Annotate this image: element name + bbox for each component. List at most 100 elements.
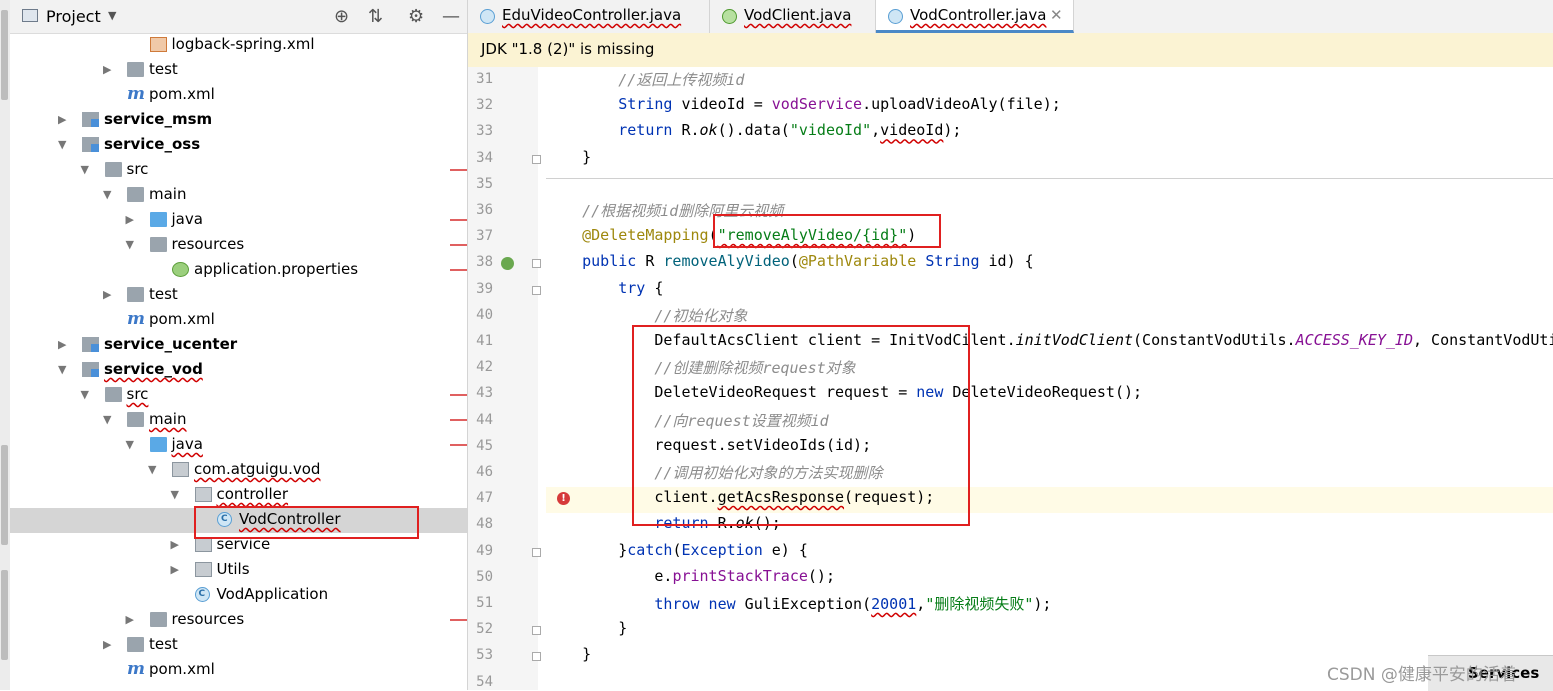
expand-arrow-icon[interactable]: ▼ xyxy=(58,138,66,151)
fold-toggle-icon[interactable] xyxy=(532,652,541,662)
maven-icon: m xyxy=(127,84,145,104)
tree-item-resources[interactable]: ▶ resources xyxy=(10,608,467,633)
tree-item-pom-xml[interactable]: m pom.xml xyxy=(10,83,467,108)
tree-item-com-atguigu-vod[interactable]: ▼ com.atguigu.vod xyxy=(10,458,467,483)
error-stripe-mark[interactable] xyxy=(450,394,467,396)
tree-item-service-vod[interactable]: ▼ service_vod xyxy=(10,358,467,383)
tree-item-utils[interactable]: ▶ Utils xyxy=(10,558,467,583)
code-line[interactable]: throw new GuliException(20001,"删除视频失败"); xyxy=(546,593,1051,614)
tree-item-test[interactable]: ▶ test xyxy=(10,58,467,83)
error-stripe-mark[interactable] xyxy=(450,619,467,621)
code-line[interactable]: }catch(Exception e) { xyxy=(546,541,808,559)
code-line[interactable]: } xyxy=(546,619,627,637)
expand-arrow-icon[interactable]: ▼ xyxy=(126,438,134,451)
tree-item-label: service_ucenter xyxy=(104,335,238,353)
collapse-arrow-icon[interactable]: ▶ xyxy=(58,338,66,351)
fold-toggle-icon[interactable] xyxy=(532,626,541,636)
minimize-icon[interactable]: — xyxy=(442,6,460,27)
collapse-arrow-icon[interactable]: ▶ xyxy=(103,288,111,301)
tree-item-resources[interactable]: ▼ resources xyxy=(10,233,467,258)
error-stripe-mark[interactable] xyxy=(450,169,467,171)
line-number: 41 xyxy=(476,333,493,349)
tree-item-main[interactable]: ▼ main xyxy=(10,183,467,208)
line-number: 31 xyxy=(476,71,493,87)
collapse-arrow-icon[interactable]: ▶ xyxy=(58,113,66,126)
tab-label: EduVideoController.java xyxy=(502,6,682,24)
fold-toggle-icon[interactable] xyxy=(532,259,541,269)
line-number: 52 xyxy=(476,621,493,638)
expand-arrow-icon[interactable]: ▼ xyxy=(148,463,156,476)
chevron-down-icon[interactable]: ▼ xyxy=(108,9,116,22)
tree-item-vodapplication[interactable]: C VodApplication xyxy=(10,583,467,608)
tree-item-service-ucenter[interactable]: ▶ service_ucenter xyxy=(10,333,467,358)
tree-item-src[interactable]: ▼ src xyxy=(10,383,467,408)
line-number: 35 xyxy=(476,175,493,192)
code-line[interactable]: e.printStackTrace(); xyxy=(546,567,835,585)
tree-item-java[interactable]: ▼ java xyxy=(10,433,467,458)
collapse-arrow-icon[interactable]: ▶ xyxy=(171,563,179,576)
collapse-arrow-icon[interactable]: ▶ xyxy=(103,638,111,651)
fold-toggle-icon[interactable] xyxy=(532,547,541,557)
resources-folder-icon xyxy=(149,612,167,627)
fold-toggle-icon[interactable] xyxy=(532,285,541,295)
tree-item-test[interactable]: ▶ test xyxy=(10,633,467,658)
tree-item-logback-spring-xml[interactable]: logback-spring.xml xyxy=(10,33,467,58)
error-stripe-mark[interactable] xyxy=(450,244,467,246)
tree-item-application-properties[interactable]: application.properties xyxy=(10,258,467,283)
code-line[interactable]: //返回上传视频id xyxy=(546,69,744,90)
expand-arrow-icon[interactable]: ▼ xyxy=(103,413,111,426)
expand-arrow-icon[interactable]: ▼ xyxy=(58,363,66,376)
expand-arrow-icon[interactable]: ▼ xyxy=(171,488,179,501)
tab-eduvideocontroller-java[interactable]: EduVideoController.java xyxy=(468,0,710,33)
jdk-missing-banner: JDK "1.8 (2)" is missing xyxy=(468,33,1553,68)
project-title[interactable]: Project xyxy=(46,7,101,26)
error-stripe-mark[interactable] xyxy=(450,444,467,446)
collapse-arrow-icon[interactable]: ▶ xyxy=(126,613,134,626)
collapse-all-icon[interactable]: ⇅ xyxy=(368,6,383,27)
gear-icon[interactable]: ⚙ xyxy=(408,6,424,27)
expand-arrow-icon[interactable]: ▼ xyxy=(103,188,111,201)
collapse-arrow-icon[interactable]: ▶ xyxy=(171,538,179,551)
code-line[interactable]: //初始化对象 xyxy=(546,305,747,326)
code-line[interactable]: public R removeAlyVideo(@PathVariable St… xyxy=(546,252,1034,270)
collapse-arrow-icon[interactable]: ▶ xyxy=(126,213,134,226)
error-stripe-mark[interactable] xyxy=(450,269,467,271)
editor-tabs: EduVideoController.java VodClient.java Vod… xyxy=(468,0,1553,34)
fold-toggle-icon[interactable] xyxy=(532,154,541,164)
line-number: 37 xyxy=(476,228,493,245)
close-icon[interactable]: ✕ xyxy=(1050,6,1063,24)
structure-tool-tab[interactable] xyxy=(1,445,8,545)
tree-item-service-msm[interactable]: ▶ service_msm xyxy=(10,108,467,133)
tab-vodcontroller-java[interactable]: VodController.java ✕ xyxy=(876,0,1074,33)
tree-item-test[interactable]: ▶ test xyxy=(10,283,467,308)
tree-item-java[interactable]: ▶ java xyxy=(10,208,467,233)
error-stripe-mark[interactable] xyxy=(450,419,467,421)
expand-arrow-icon[interactable]: ▼ xyxy=(81,163,89,176)
tree-item-main[interactable]: ▼ main xyxy=(10,408,467,433)
code-line[interactable]: return R.ok().data("videoId",videoId); xyxy=(546,121,961,139)
tree-item-label: service_vod xyxy=(104,360,203,378)
tree-item-label: test xyxy=(149,285,178,303)
tree-item-src[interactable]: ▼ src xyxy=(10,158,467,183)
code-line[interactable]: } xyxy=(546,148,591,166)
line-number: 38 xyxy=(476,254,493,271)
tree-item-pom-xml[interactable]: m pom.xml xyxy=(10,308,467,333)
code-editor[interactable]: //返回上传视频id String videoId = vodService.u… xyxy=(468,67,1553,690)
expand-arrow-icon[interactable]: ▼ xyxy=(81,388,89,401)
locate-icon[interactable]: ⊕ xyxy=(334,6,349,27)
tree-item-controller[interactable]: ▼ controller xyxy=(10,483,467,508)
tree-item-pom-xml[interactable]: m pom.xml xyxy=(10,658,467,683)
line-number: 48 xyxy=(476,516,493,533)
tree-item-service-oss[interactable]: ▼ service_oss xyxy=(10,133,467,158)
tree-item-label: src xyxy=(126,160,149,178)
code-line[interactable]: } xyxy=(546,645,591,663)
code-line[interactable]: String videoId = vodService.uploadVideoA… xyxy=(546,95,1061,113)
project-tool-tab[interactable] xyxy=(1,10,8,100)
expand-arrow-icon[interactable]: ▼ xyxy=(126,238,134,251)
tab-vodclient-java[interactable]: VodClient.java xyxy=(710,0,876,33)
favorites-tool-tab[interactable] xyxy=(1,570,8,660)
code-line[interactable]: try { xyxy=(546,279,663,297)
package-icon xyxy=(194,487,212,502)
collapse-arrow-icon[interactable]: ▶ xyxy=(103,63,111,76)
error-stripe-mark[interactable] xyxy=(450,219,467,221)
